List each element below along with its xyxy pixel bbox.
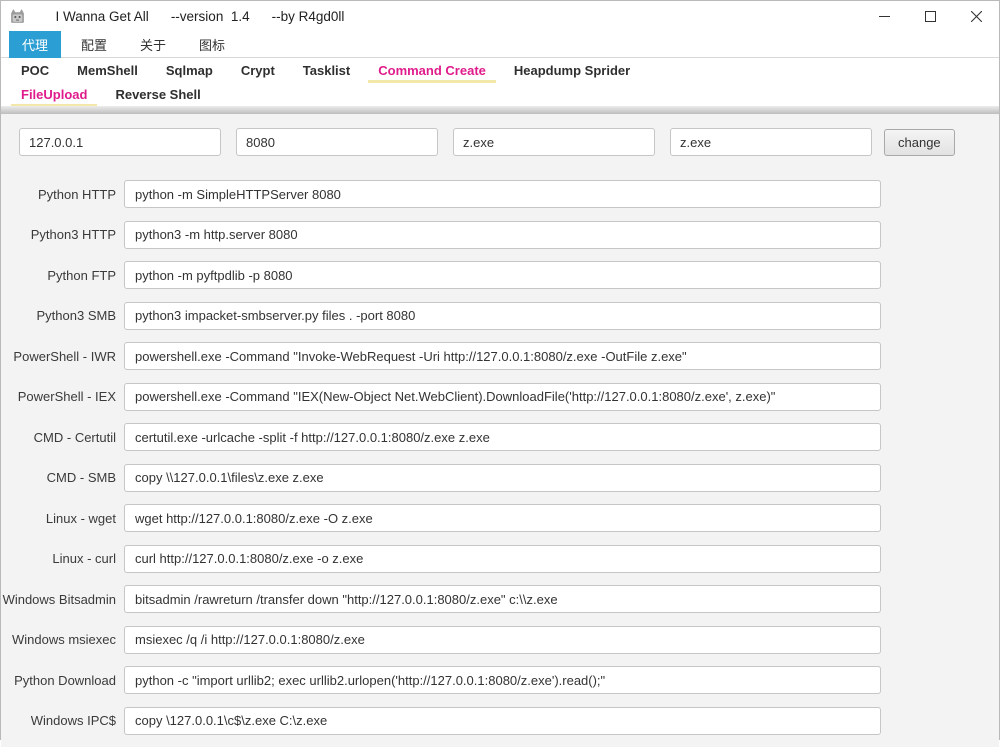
command-cmd-smb-input[interactable]	[124, 464, 881, 492]
command-python3-smb-input[interactable]	[124, 302, 881, 330]
host-input[interactable]	[19, 128, 221, 156]
primary-tab-bar: POC MemShell Sqlmap Crypt Tasklist Comma…	[1, 58, 999, 84]
command-row: PowerShell - IEX	[1, 383, 999, 411]
command-python3-http-input[interactable]	[124, 221, 881, 249]
command-windows-bitsadmin-input[interactable]	[124, 585, 881, 613]
command-row: Python3 HTTP	[1, 221, 999, 249]
command-row: Windows IPC$	[1, 707, 999, 735]
command-label: CMD - SMB	[1, 470, 116, 485]
maximize-icon	[925, 11, 936, 22]
command-row: CMD - Certutil	[1, 423, 999, 451]
command-row: Python FTP	[1, 261, 999, 289]
fileupload-panel: change Python HTTP Python3 HTTP Python F…	[1, 114, 999, 747]
command-label: Python Download	[1, 673, 116, 688]
command-powershell-iex-input[interactable]	[124, 383, 881, 411]
tab-sqlmap[interactable]: Sqlmap	[156, 60, 223, 83]
command-label: Linux - wget	[1, 511, 116, 526]
command-label: Python3 SMB	[1, 308, 116, 323]
command-linux-curl-input[interactable]	[124, 545, 881, 573]
command-label: Windows IPC$	[1, 713, 116, 728]
command-label: Python3 HTTP	[1, 227, 116, 242]
command-python-http-input[interactable]	[124, 180, 881, 208]
tab-command-create[interactable]: Command Create	[368, 60, 496, 83]
tab-reverse-shell[interactable]: Reverse Shell	[105, 84, 210, 107]
command-label: Linux - curl	[1, 551, 116, 566]
menu-item-about[interactable]: 关于	[127, 31, 179, 58]
command-row: Python HTTP	[1, 180, 999, 208]
local-filename-input[interactable]	[670, 128, 872, 156]
minimize-icon	[879, 11, 890, 22]
tab-heapdump-sprider[interactable]: Heapdump Sprider	[504, 60, 640, 83]
command-row: Windows Bitsadmin	[1, 585, 999, 613]
command-label: PowerShell - IWR	[1, 349, 116, 364]
command-label: Python HTTP	[1, 187, 116, 202]
config-row: change	[1, 128, 999, 156]
port-input[interactable]	[236, 128, 438, 156]
command-powershell-iwr-input[interactable]	[124, 342, 881, 370]
command-windows-ipc-input[interactable]	[124, 707, 881, 735]
remote-filename-input[interactable]	[453, 128, 655, 156]
menu-item-proxy[interactable]: 代理	[9, 31, 61, 58]
command-row: Python3 SMB	[1, 302, 999, 330]
command-windows-msiexec-input[interactable]	[124, 626, 881, 654]
window-title-version: --version 1.4	[171, 9, 250, 24]
command-python-ftp-input[interactable]	[124, 261, 881, 289]
tab-crypt[interactable]: Crypt	[231, 60, 285, 83]
command-label: PowerShell - IEX	[1, 389, 116, 404]
command-linux-wget-input[interactable]	[124, 504, 881, 532]
app-window: I Wanna Get All --version 1.4 --by R4gd0ll…	[0, 0, 1000, 740]
command-label: Python FTP	[1, 268, 116, 283]
command-cmd-certutil-input[interactable]	[124, 423, 881, 451]
command-row: Python Download	[1, 666, 999, 694]
tab-poc[interactable]: POC	[11, 60, 59, 83]
command-row: Linux - curl	[1, 545, 999, 573]
command-row: Linux - wget	[1, 504, 999, 532]
command-label: Windows msiexec	[1, 632, 116, 647]
command-row: PowerShell - IWR	[1, 342, 999, 370]
menu-bar: 代理 配置 关于 图标	[1, 31, 999, 58]
tab-tasklist[interactable]: Tasklist	[293, 60, 360, 83]
maximize-button[interactable]	[907, 1, 953, 31]
minimize-button[interactable]	[861, 1, 907, 31]
command-list: Python HTTP Python3 HTTP Python FTP Pyth…	[1, 180, 999, 747]
command-label: CMD - Certutil	[1, 430, 116, 445]
tab-fileupload[interactable]: FileUpload	[11, 84, 97, 107]
menu-item-config[interactable]: 配置	[68, 31, 120, 58]
change-button[interactable]: change	[884, 129, 955, 156]
title-bar: I Wanna Get All --version 1.4 --by R4gd0ll	[1, 1, 999, 31]
menu-item-icon[interactable]: 图标	[186, 31, 238, 58]
command-label: Windows Bitsadmin	[1, 592, 116, 607]
tab-bar-shadow	[1, 106, 999, 114]
close-icon	[971, 11, 982, 22]
close-button[interactable]	[953, 1, 999, 31]
command-row: Windows msiexec	[1, 626, 999, 654]
app-icon	[9, 8, 26, 25]
window-controls	[861, 1, 999, 31]
window-title-app: I Wanna Get All	[56, 9, 149, 24]
tab-memshell[interactable]: MemShell	[67, 60, 148, 83]
secondary-tab-bar: FileUpload Reverse Shell	[1, 84, 999, 106]
window-title-author: --by R4gd0ll	[272, 9, 345, 24]
command-row: CMD - SMB	[1, 464, 999, 492]
command-python-download-input[interactable]	[124, 666, 881, 694]
